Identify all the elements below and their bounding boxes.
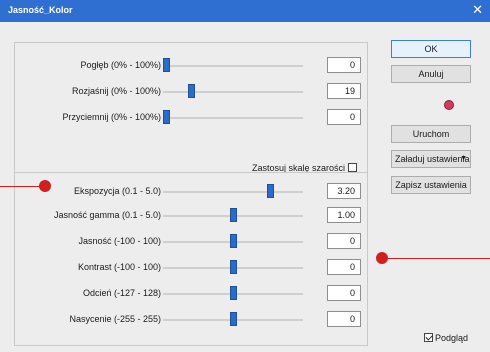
- slider-label: Odcień (-127 - 128): [82, 288, 161, 298]
- slider-thumb[interactable]: [163, 58, 170, 72]
- slider-thumb[interactable]: [188, 84, 195, 98]
- dialog-body: Pogłęb (0% - 100%) 0 Rozjaśnij (0% - 100…: [0, 22, 490, 352]
- slider-row-brightness: Jasność (-100 - 100) 0: [15, 233, 369, 251]
- slider-thumb[interactable]: [230, 234, 237, 248]
- close-icon[interactable]: ✕: [472, 2, 483, 18]
- dropdown-arrow-icon: ▼: [460, 155, 467, 162]
- value-field[interactable]: 0: [327, 285, 361, 301]
- grayscale-checkbox[interactable]: [348, 163, 357, 172]
- slider-label: Nasycenie (-255 - 255): [69, 314, 161, 324]
- title-bar: Jasność_Kolor ✕: [0, 0, 490, 22]
- callout-line: [0, 186, 42, 187]
- slider-row-darken: Przyciemnij (0% - 100%) 0: [15, 109, 369, 127]
- slider-thumb[interactable]: [230, 312, 237, 326]
- window-title: Jasność_Kolor: [8, 5, 73, 15]
- slider-thumb[interactable]: [163, 110, 170, 124]
- slider-thumb[interactable]: [230, 260, 237, 274]
- callout-line: [385, 258, 490, 259]
- run-button[interactable]: Uruchom: [391, 125, 471, 143]
- slider-row-gamma: Jasność gamma (0.1 - 5.0) 1.00: [15, 207, 369, 225]
- slider-row-lighten: Rozjaśnij (0% - 100%) 19: [15, 83, 369, 101]
- slider-row-deepen: Pogłęb (0% - 100%) 0: [15, 57, 369, 75]
- value-field[interactable]: 1.00: [327, 207, 361, 223]
- slider-label: Przyciemnij (0% - 100%): [62, 112, 161, 122]
- slider-label: Kontrast (-100 - 100): [77, 262, 161, 272]
- load-settings-dropdown[interactable]: Załaduj ustawienia ▼: [391, 150, 471, 168]
- slider-label: Ekspozycja (0.1 - 5.0): [73, 186, 161, 196]
- slider-thumb[interactable]: [230, 286, 237, 300]
- slider-label: Jasność (-100 - 100): [78, 236, 161, 246]
- slider-track[interactable]: [163, 260, 303, 274]
- preview-option[interactable]: Podgląd: [424, 333, 468, 343]
- slider-track[interactable]: [163, 58, 303, 72]
- slider-track[interactable]: [163, 312, 303, 326]
- slider-label: Jasność gamma (0.1 - 5.0): [53, 210, 161, 220]
- slider-track[interactable]: [163, 110, 303, 124]
- slider-track[interactable]: [163, 84, 303, 98]
- save-settings-button[interactable]: Zapisz ustawienia: [391, 176, 471, 194]
- load-settings-label: Załaduj ustawienia: [395, 154, 470, 164]
- slider-label: Pogłęb (0% - 100%): [80, 60, 161, 70]
- slider-thumb[interactable]: [230, 208, 237, 222]
- slider-row-hue: Odcień (-127 - 128) 0: [15, 285, 369, 303]
- preview-checkbox[interactable]: [424, 333, 433, 342]
- group-exposure-color: Ekspozycja (0.1 - 5.0) 3.20 Jasność gamm…: [14, 172, 368, 346]
- slider-row-exposure: Ekspozycja (0.1 - 5.0) 3.20: [15, 183, 369, 201]
- value-field[interactable]: 0: [327, 57, 361, 73]
- value-field[interactable]: 0: [327, 233, 361, 249]
- value-field[interactable]: 3.20: [327, 183, 361, 199]
- slider-label: Rozjaśnij (0% - 100%): [71, 86, 161, 96]
- cancel-button[interactable]: Anuluj: [391, 65, 471, 83]
- gem-icon: [444, 100, 454, 110]
- value-field[interactable]: 0: [327, 259, 361, 275]
- slider-track[interactable]: [163, 286, 303, 300]
- value-field[interactable]: 19: [327, 83, 361, 99]
- callout-marker: [39, 180, 51, 192]
- slider-track[interactable]: [163, 184, 303, 198]
- slider-row-contrast: Kontrast (-100 - 100) 0: [15, 259, 369, 277]
- ok-button[interactable]: OK: [391, 40, 471, 58]
- slider-track[interactable]: [163, 234, 303, 248]
- group-shading: Pogłęb (0% - 100%) 0 Rozjaśnij (0% - 100…: [14, 42, 368, 178]
- slider-row-saturation: Nasycenie (-255 - 255) 0: [15, 311, 369, 329]
- slider-track[interactable]: [163, 208, 303, 222]
- callout-marker: [376, 252, 388, 264]
- value-field[interactable]: 0: [327, 311, 361, 327]
- preview-label: Podgląd: [435, 333, 469, 343]
- value-field[interactable]: 0: [327, 109, 361, 125]
- slider-thumb[interactable]: [267, 184, 274, 198]
